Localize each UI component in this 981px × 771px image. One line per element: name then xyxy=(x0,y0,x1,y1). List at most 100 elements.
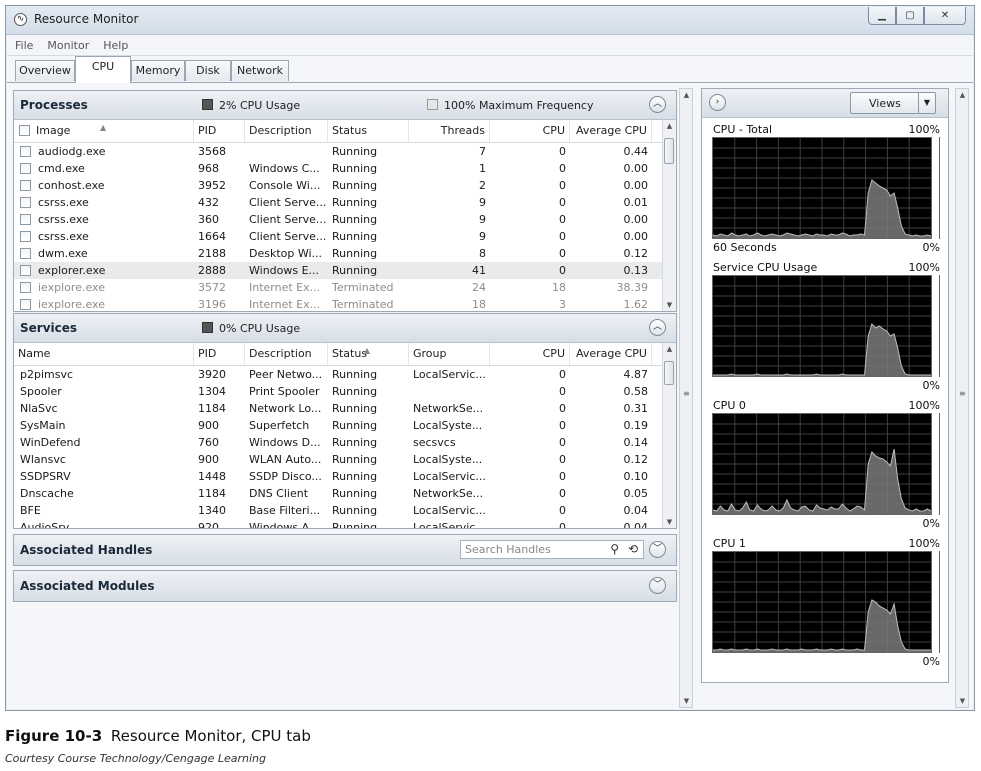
col-description[interactable]: Description xyxy=(245,120,328,142)
modules-header[interactable]: Associated Modules ﹀ xyxy=(14,571,676,601)
service-row[interactable]: Wlansvc 900 WLAN Auto... Running LocalSyste.… xyxy=(14,451,665,468)
table-cell: 432 xyxy=(198,196,219,209)
service-row[interactable]: Spooler 1304 Print Spooler Running 0 0.58 xyxy=(14,383,665,400)
scroll-up-icon[interactable]: ▲ xyxy=(956,91,969,99)
scroll-down-icon[interactable]: ▼ xyxy=(663,301,676,309)
process-checkbox[interactable] xyxy=(20,180,31,191)
scroll-down-icon[interactable]: ▼ xyxy=(956,697,969,705)
search-icon[interactable]: ⚲ xyxy=(610,542,619,556)
col-cpu[interactable]: CPU xyxy=(490,120,570,142)
process-row[interactable]: iexplore.exe 3572 Internet Ex... Terminated… xyxy=(14,279,665,296)
col-service-status[interactable]: Status ▲ xyxy=(328,343,409,365)
views-dropdown[interactable]: Views ▼ xyxy=(850,92,936,114)
services-collapse-button[interactable]: ︿ xyxy=(649,319,666,336)
table-cell: 0 xyxy=(559,196,566,209)
process-row[interactable]: cmd.exe 968 Windows C... Running 1 0 0.00 xyxy=(14,160,665,177)
service-row[interactable]: BFE 1340 Base Filteri... Running LocalServic… xyxy=(14,502,665,519)
graph-title: CPU - Total xyxy=(713,123,773,136)
service-row[interactable]: p2pimsvc 3920 Peer Netwo... Running LocalSer… xyxy=(14,366,665,383)
processes-scrollbar[interactable]: ▲ ▼ xyxy=(662,120,676,311)
clear-search-icon[interactable]: ⟲ xyxy=(628,542,638,556)
col-pid[interactable]: PID xyxy=(194,120,245,142)
services-scroll-thumb[interactable] xyxy=(664,361,674,385)
process-checkbox[interactable] xyxy=(20,146,31,157)
process-row[interactable]: audiodg.exe 3568 Running 7 0 0.44 xyxy=(14,143,665,160)
scroll-down-icon[interactable]: ▼ xyxy=(680,697,693,705)
services-scrollbar[interactable]: ▲ ▼ xyxy=(662,343,676,528)
process-checkbox[interactable] xyxy=(20,282,31,293)
scroll-up-icon[interactable]: ▲ xyxy=(663,122,676,130)
table-cell: Running xyxy=(332,230,378,243)
left-pane-scrollbar[interactable]: ▲ ≡ ▼ xyxy=(679,88,693,708)
tab-network[interactable]: Network xyxy=(231,60,289,81)
process-checkbox[interactable] xyxy=(20,197,31,208)
menu-monitor[interactable]: Monitor xyxy=(47,39,89,52)
process-row[interactable]: dwm.exe 2188 Desktop Wi... Running 8 0 0.12 xyxy=(14,245,665,262)
splitter-grip-icon[interactable]: ≡ xyxy=(683,389,690,398)
col-group[interactable]: Group xyxy=(409,343,490,365)
process-checkbox[interactable] xyxy=(20,265,31,276)
table-cell: Terminated xyxy=(332,281,394,294)
process-row[interactable]: conhost.exe 3952 Console Wi... Running 2 0 0.0… xyxy=(14,177,665,194)
select-all-checkbox[interactable] xyxy=(19,125,30,136)
tab-disk[interactable]: Disk xyxy=(185,60,231,81)
close-button[interactable]: ✕ xyxy=(924,7,966,25)
service-row[interactable]: SSDPSRV 1448 SSDP Disco... Running LocalServ… xyxy=(14,468,665,485)
scroll-up-icon[interactable]: ▲ xyxy=(663,345,676,353)
service-row[interactable]: WinDefend 760 Windows D... Running secsvcs 0 0… xyxy=(14,434,665,451)
col-service-description[interactable]: Description xyxy=(245,343,328,365)
processes-max-frequency-label: 100% Maximum Frequency xyxy=(444,99,594,112)
tab-memory[interactable]: Memory xyxy=(131,60,185,81)
process-row[interactable]: explorer.exe 2888 Windows E... Running 41 0 0.… xyxy=(14,262,665,279)
scroll-down-icon[interactable]: ▼ xyxy=(663,518,676,526)
process-row[interactable]: csrss.exe 360 Client Serve... Running 9 0 0.00 xyxy=(14,211,665,228)
menu-file[interactable]: File xyxy=(15,39,33,52)
splitter-grip-icon[interactable]: ≡ xyxy=(959,389,966,398)
process-row[interactable]: csrss.exe 1664 Client Serve... Running 9 0 0.0… xyxy=(14,228,665,245)
handles-expand-button[interactable]: ﹀ xyxy=(649,541,666,558)
minimize-button[interactable]: ▁ xyxy=(868,7,896,25)
col-service-average-cpu[interactable]: Average CPU xyxy=(570,343,652,365)
service-row[interactable]: NlaSvc 1184 Network Lo... Running NetworkSe.… xyxy=(14,400,665,417)
process-row[interactable]: csrss.exe 432 Client Serve... Running 9 0 0.01 xyxy=(14,194,665,211)
dropdown-arrow-icon[interactable]: ▼ xyxy=(918,93,935,113)
right-pane-scrollbar[interactable]: ▲ ≡ ▼ xyxy=(955,88,969,708)
processes-collapse-button[interactable]: ︿ xyxy=(649,96,666,113)
processes-scroll-thumb[interactable] xyxy=(664,138,674,164)
service-row[interactable]: AudioSrv 920 Windows A... Running LocalServi… xyxy=(14,519,665,528)
services-header[interactable]: Services 0% CPU Usage ︿ xyxy=(14,314,676,343)
service-row[interactable]: SysMain 900 Superfetch Running LocalSyste...… xyxy=(14,417,665,434)
maximize-button[interactable]: ▢ xyxy=(896,7,924,25)
process-checkbox[interactable] xyxy=(20,214,31,225)
col-average-cpu[interactable]: Average CPU xyxy=(570,120,652,142)
tab-overview[interactable]: Overview xyxy=(15,60,75,81)
col-threads[interactable]: Threads xyxy=(409,120,490,142)
search-handles-placeholder: Search Handles xyxy=(465,543,551,556)
table-cell: 0 xyxy=(559,470,566,483)
search-handles-input[interactable]: Search Handles ⚲ ⟲ xyxy=(460,540,644,559)
col-name[interactable]: Name xyxy=(14,343,194,365)
modules-expand-button[interactable]: ﹀ xyxy=(649,577,666,594)
col-image[interactable]: Image ▲ xyxy=(14,120,194,142)
table-cell: LocalServic... xyxy=(413,521,486,528)
table-cell: 0.00 xyxy=(623,179,649,192)
table-cell: 7 xyxy=(479,145,486,158)
process-checkbox[interactable] xyxy=(20,248,31,259)
scroll-up-icon[interactable]: ▲ xyxy=(680,91,693,99)
menu-help[interactable]: Help xyxy=(103,39,128,52)
tab-cpu[interactable]: CPU xyxy=(75,56,131,83)
process-checkbox[interactable] xyxy=(20,231,31,242)
table-cell: DNS Client xyxy=(249,487,309,500)
collapse-graphs-button[interactable]: › xyxy=(709,94,726,111)
services-cpu-swatch xyxy=(202,322,213,333)
graph-max-label: 100% xyxy=(908,123,940,136)
service-row[interactable]: Dnscache 1184 DNS Client Running NetworkSe..… xyxy=(14,485,665,502)
processes-header[interactable]: Processes 2% CPU Usage 100% Maximum Freq… xyxy=(14,91,676,120)
handles-header[interactable]: Associated Handles Search Handles ⚲ ⟲ ﹀ xyxy=(14,535,676,565)
col-service-pid[interactable]: PID xyxy=(194,343,245,365)
col-status[interactable]: Status xyxy=(328,120,409,142)
col-service-cpu[interactable]: CPU xyxy=(490,343,570,365)
process-checkbox[interactable] xyxy=(20,299,31,310)
process-row[interactable]: iexplore.exe 3196 Internet Ex... Terminated… xyxy=(14,296,665,311)
process-checkbox[interactable] xyxy=(20,163,31,174)
